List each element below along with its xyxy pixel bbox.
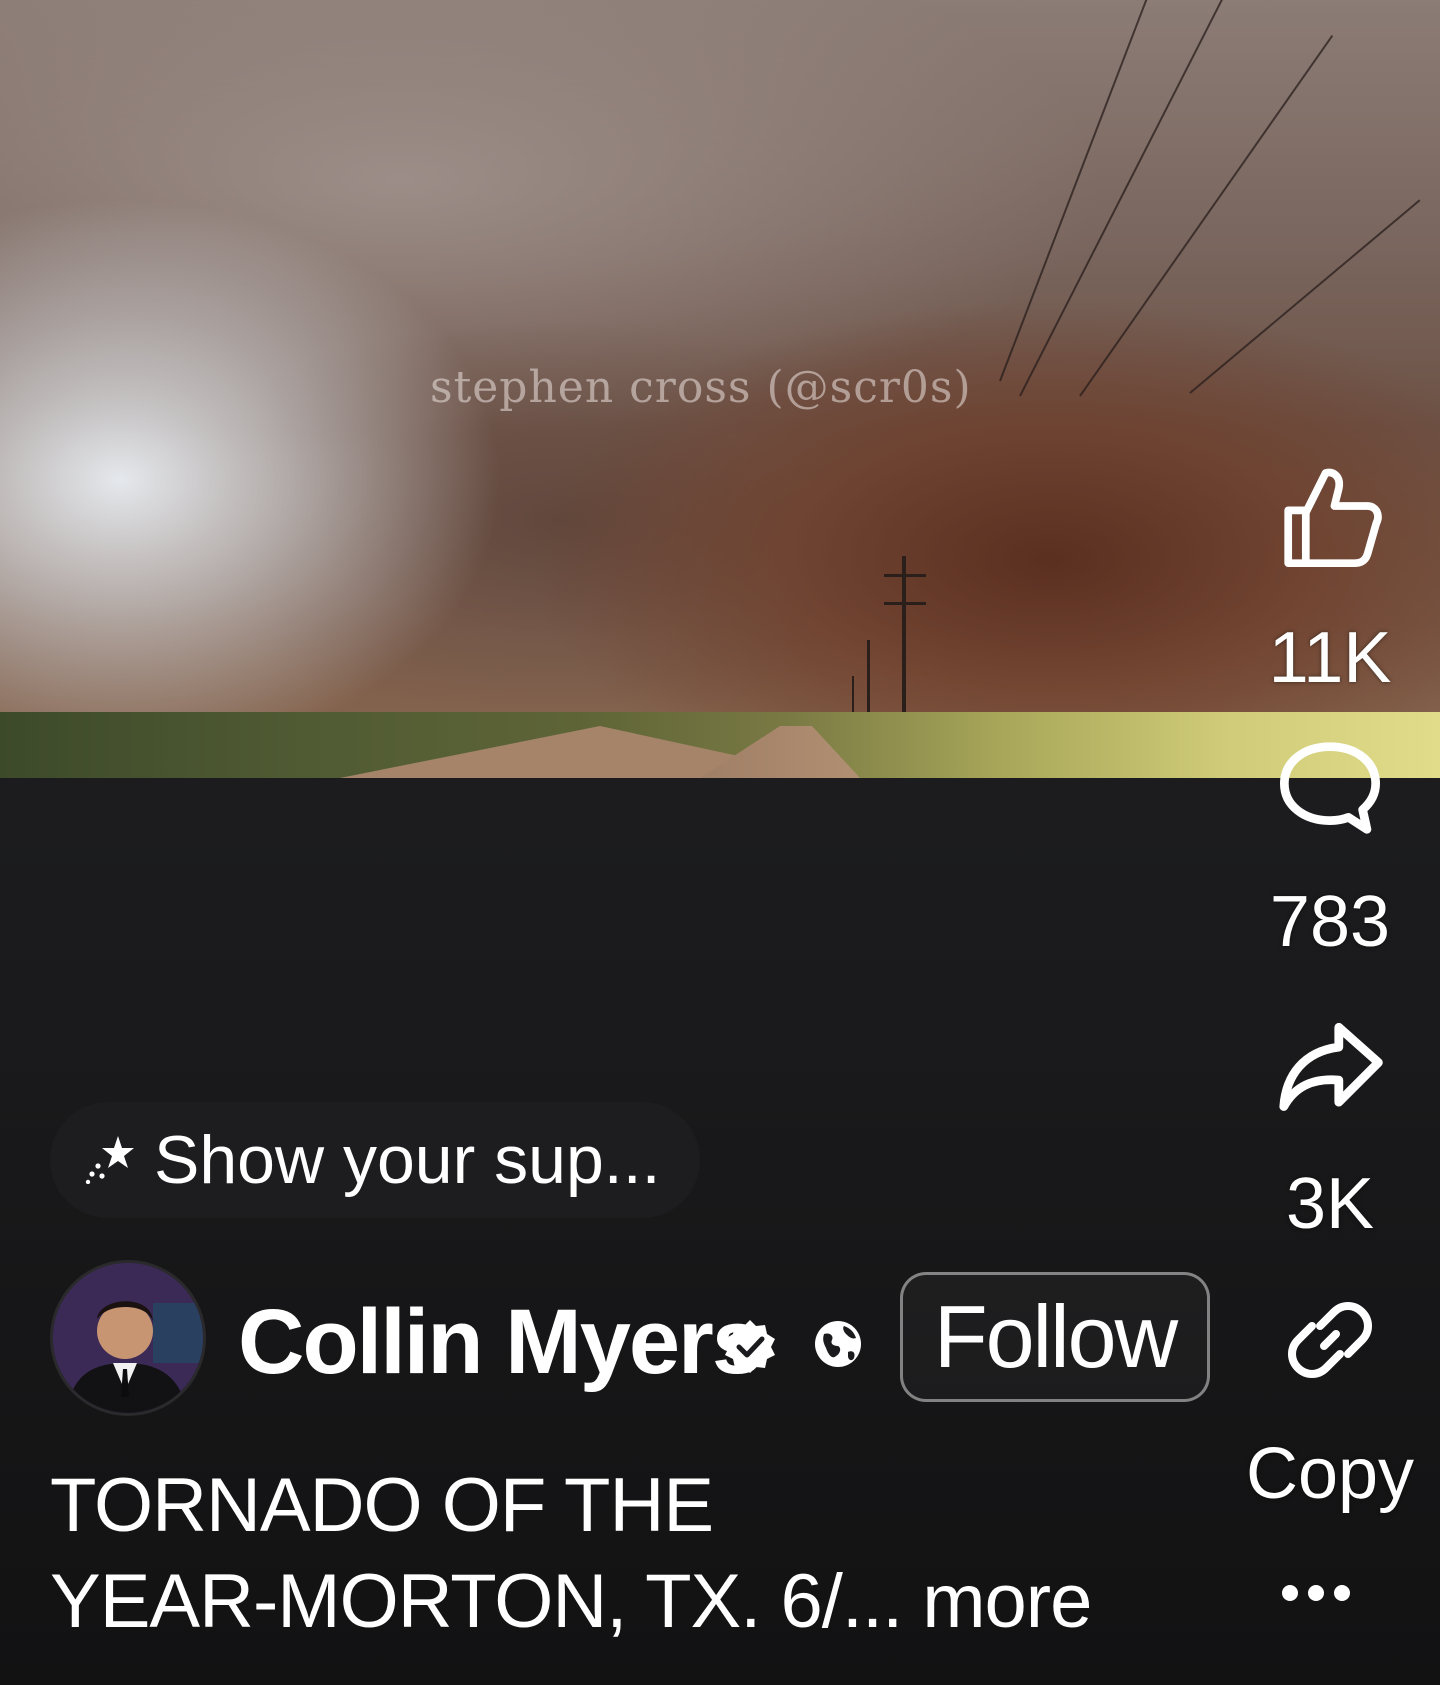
- power-line: [1079, 34, 1334, 397]
- more-dots-icon[interactable]: [1282, 1585, 1350, 1601]
- channel-avatar[interactable]: [50, 1260, 206, 1416]
- thumbs-up-icon[interactable]: [1275, 462, 1385, 572]
- comment-action[interactable]: 783: [1230, 738, 1430, 958]
- utility-pole: [902, 556, 906, 730]
- title-line-2: YEAR-MORTON, TX. 6/... more: [50, 1554, 1150, 1650]
- dot: [1334, 1585, 1350, 1601]
- comment-count: 783: [1269, 882, 1391, 962]
- copy-label: Copy: [1245, 1434, 1415, 1514]
- share-arrow-icon[interactable]: [1275, 1018, 1385, 1118]
- like-count: 11K: [1268, 618, 1392, 698]
- dot: [1308, 1585, 1324, 1601]
- share-action[interactable]: 3K: [1230, 1018, 1430, 1240]
- title-line-2-text: YEAR-MORTON, TX. 6/...: [50, 1559, 903, 1644]
- shorts-screen: stephen cross (@scr0s) 11K 783 3K Copy S…: [0, 0, 1440, 1685]
- video-title[interactable]: TORNADO OF THE YEAR-MORTON, TX. 6/... mor…: [50, 1458, 1150, 1650]
- dot: [1282, 1585, 1298, 1601]
- more-link[interactable]: more: [922, 1559, 1092, 1644]
- support-label: Show your sup...: [154, 1122, 661, 1198]
- support-chip[interactable]: Show your sup...: [50, 1102, 700, 1218]
- globe-icon: [812, 1318, 864, 1375]
- video-watermark: stephen cross (@scr0s): [430, 362, 972, 413]
- channel-name[interactable]: Collin Myers: [238, 1290, 763, 1395]
- sparkle-star-icon: [84, 1132, 140, 1189]
- power-line: [1189, 199, 1421, 394]
- utility-pole-crossarm: [884, 602, 926, 605]
- link-icon[interactable]: [1280, 1290, 1380, 1390]
- verified-badge-icon: [722, 1318, 778, 1379]
- copy-link-action[interactable]: Copy: [1230, 1290, 1430, 1510]
- share-count: 3K: [1285, 1164, 1375, 1244]
- comment-bubble-icon[interactable]: [1275, 738, 1385, 838]
- utility-pole-crossarm: [884, 574, 926, 577]
- title-line-1: TORNADO OF THE: [50, 1463, 714, 1548]
- follow-button[interactable]: Follow: [900, 1272, 1210, 1402]
- like-action[interactable]: 11K: [1230, 462, 1430, 694]
- video-player[interactable]: stephen cross (@scr0s): [0, 0, 1440, 778]
